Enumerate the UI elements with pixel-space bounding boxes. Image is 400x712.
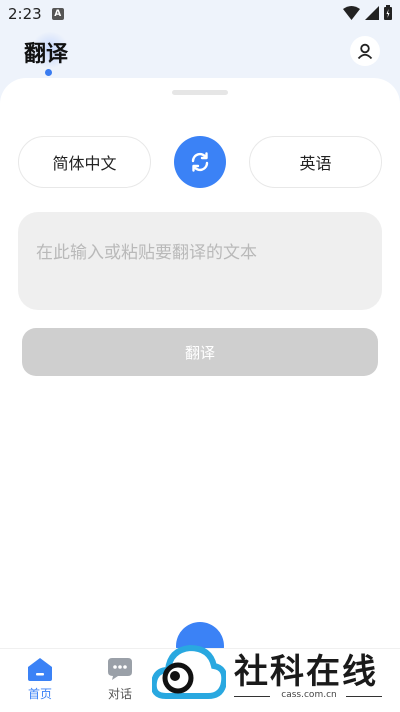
- swap-icon: [191, 152, 209, 172]
- watermark-domain: cass.com.cn: [281, 690, 337, 700]
- wifi-icon: [343, 5, 360, 20]
- status-icons: [343, 5, 392, 20]
- header: 翻译: [0, 28, 400, 78]
- chat-icon: [108, 658, 132, 680]
- status-time: 2:23: [8, 5, 42, 23]
- battery-icon: [384, 5, 392, 20]
- drag-handle[interactable]: [172, 90, 228, 95]
- watermark-brand: 社科在线: [234, 652, 378, 692]
- nav-item-chat[interactable]: 对话: [98, 657, 142, 702]
- status-bar: 2:23 A: [0, 0, 400, 28]
- notification-icon: A: [51, 8, 64, 20]
- source-text-input[interactable]: [18, 212, 382, 310]
- translate-card: 简体中文 英语 翻译: [0, 78, 400, 648]
- signal-icon: [365, 5, 379, 20]
- nav-label-home: 首页: [27, 687, 52, 701]
- nav-label-chat: 对话: [107, 687, 132, 701]
- home-icon: [28, 658, 52, 681]
- watermark: 社科在线 cass.com.cn: [152, 640, 392, 708]
- target-language-button[interactable]: 英语: [249, 136, 382, 188]
- title-indicator-dot: [45, 69, 52, 76]
- user-button[interactable]: [350, 36, 380, 66]
- swap-languages-button[interactable]: [174, 136, 226, 188]
- user-icon: [357, 43, 373, 59]
- translate-button[interactable]: 翻译: [22, 328, 378, 376]
- nav-item-home[interactable]: 首页: [18, 657, 62, 702]
- cloud-eye-logo-icon: [152, 644, 226, 699]
- source-language-button[interactable]: 简体中文: [18, 136, 151, 188]
- page-title: 翻译: [24, 42, 69, 67]
- watermark-line-right: [346, 696, 382, 697]
